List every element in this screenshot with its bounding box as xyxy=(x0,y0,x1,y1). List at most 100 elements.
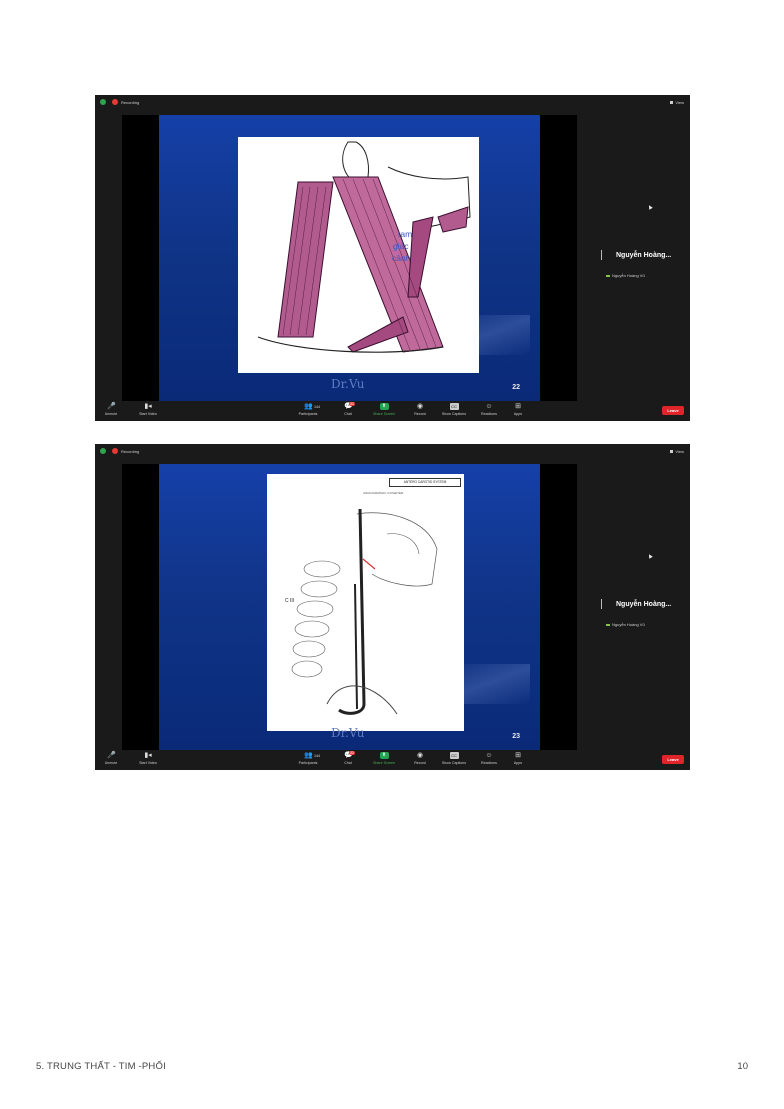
record-button[interactable]: ◉ Record xyxy=(411,401,429,416)
meeting-toolbar: 🎤 Unmute ▮◂ Start Video 👥 144 Participants 💬… xyxy=(95,750,690,770)
participant-name: Nguyễn Hoàng... xyxy=(616,601,672,608)
apps-icon: ⊞ xyxy=(515,403,521,410)
participants-count: 144 xyxy=(314,754,320,758)
vertebra-label: C III xyxy=(285,598,295,604)
chat-button[interactable]: 💬 32 Chat xyxy=(341,401,355,416)
zoom-screenshot-slide-23: Recording View ANTERO CAROTID SYSTEM ANG… xyxy=(95,444,690,770)
presentation-slide: ANTERO CAROTID SYSTEM ANGIOGRAPHIC CATHE… xyxy=(159,464,540,750)
apps-label: Apps xyxy=(513,761,523,765)
participants-icon: 👥 144 xyxy=(304,752,320,759)
shared-screen: ANTERO CAROTID SYSTEM ANGIOGRAPHIC CATHE… xyxy=(122,464,577,750)
chat-badge: 32 xyxy=(349,402,355,406)
reactions-button[interactable]: ☺ Reactions xyxy=(478,401,500,416)
record-button[interactable]: ◉ Record xyxy=(411,750,429,765)
share-screen-label: Share Screen xyxy=(373,761,395,765)
start-video-label: Start Video xyxy=(139,412,157,416)
share-screen-label: Share Screen xyxy=(373,412,395,416)
reactions-icon: ☺ xyxy=(485,403,493,410)
triangle-label-line-2: giác xyxy=(393,241,409,251)
panel-divider xyxy=(601,599,602,609)
participant-sub-label: Nguyễn Hoàng Vũ xyxy=(612,273,645,278)
chat-badge: 32 xyxy=(349,751,355,755)
slide-number: 23 xyxy=(512,733,520,740)
slide-watermark: Dr.Vu xyxy=(331,726,365,740)
start-video-button[interactable]: ▮◂ Start Video xyxy=(135,401,161,416)
participants-label: Participants xyxy=(298,761,318,765)
figure-subtitle: ANGIOGRAPHIC CATHETER xyxy=(363,491,404,495)
security-shield-icon[interactable] xyxy=(100,448,106,454)
slide-number: 22 xyxy=(512,384,520,391)
unmute-label: Unmute xyxy=(104,412,118,416)
leave-button[interactable]: Leave xyxy=(662,406,684,415)
carotid-catheter-drawing xyxy=(291,508,438,715)
apps-button[interactable]: ⊞ Apps xyxy=(511,401,525,416)
mouse-cursor-icon xyxy=(647,204,653,210)
participant-panel: Nguyễn Hoàng... Nguyễn Hoàng Vũ xyxy=(595,95,690,401)
unmute-button[interactable]: 🎤 Unmute xyxy=(103,401,119,416)
meeting-toolbar: 🎤 Unmute ▮◂ Start Video 👥 144 Participants 💬… xyxy=(95,401,690,421)
presentation-slide: tam giác cảnh Dr.Vu 22 xyxy=(159,115,540,401)
recording-dot-icon xyxy=(112,448,118,454)
chat-button[interactable]: 💬 32 Chat xyxy=(341,750,355,765)
signal-icon xyxy=(606,272,610,277)
signal-icon xyxy=(606,621,610,626)
share-screen-button[interactable]: ⬆ Share Screen xyxy=(371,750,397,765)
apps-button[interactable]: ⊞ Apps xyxy=(511,750,525,765)
participants-icon: 👥 144 xyxy=(304,403,320,410)
share-screen-icon: ⬆ xyxy=(379,403,389,410)
participant-sub: Nguyễn Hoàng Vũ xyxy=(606,272,645,278)
shared-screen: tam giác cảnh Dr.Vu 22 xyxy=(122,115,577,401)
carotid-angiography-illustration: ANTERO CAROTID SYSTEM ANGIOGRAPHIC CATHE… xyxy=(267,474,464,731)
participant-panel: Nguyễn Hoàng... Nguyễn Hoàng Vũ xyxy=(595,444,690,750)
share-screen-button[interactable]: ⬆ Share Screen xyxy=(371,401,397,416)
start-video-button[interactable]: ▮◂ Start Video xyxy=(135,750,161,765)
recording-dot-icon xyxy=(112,99,118,105)
participants-button[interactable]: 👥 144 Participants xyxy=(293,750,323,765)
chat-label: Chat xyxy=(344,761,352,765)
captions-icon: CC xyxy=(449,403,459,410)
document-page-number: 10 xyxy=(737,1061,748,1072)
unmute-button[interactable]: 🎤 Unmute xyxy=(103,750,119,765)
record-label: Record xyxy=(414,761,426,765)
apps-label: Apps xyxy=(513,412,523,416)
participants-label: Participants xyxy=(298,412,318,416)
show-captions-button[interactable]: CC Show Captions xyxy=(438,401,470,416)
start-video-label: Start Video xyxy=(139,761,157,765)
video-off-icon: ▮◂ xyxy=(144,752,152,759)
panel-divider xyxy=(601,250,602,260)
chat-icon: 💬 32 xyxy=(344,402,355,410)
show-captions-label: Show Captions xyxy=(441,412,467,416)
reactions-button[interactable]: ☺ Reactions xyxy=(478,750,500,765)
recording-label: Recording xyxy=(121,449,140,454)
captions-icon: CC xyxy=(449,752,459,759)
triangle-label-line-3: cảnh xyxy=(392,253,411,263)
zoom-screenshot-slide-22: Recording View tam giác cảnh Dr.Vu 22 Ng… xyxy=(95,95,690,421)
show-captions-button[interactable]: CC Show Captions xyxy=(438,750,470,765)
record-icon: ◉ xyxy=(416,403,424,410)
neck-muscles-illustration: tam giác cảnh xyxy=(238,137,479,373)
reactions-label: Reactions xyxy=(481,412,497,416)
record-label: Record xyxy=(414,412,426,416)
reactions-label: Reactions xyxy=(481,761,497,765)
share-screen-icon: ⬆ xyxy=(379,752,389,759)
mouse-cursor-icon xyxy=(647,553,653,559)
participants-button[interactable]: 👥 144 Participants xyxy=(293,401,323,416)
unmute-label: Unmute xyxy=(104,761,118,765)
chat-icon: 💬 32 xyxy=(344,751,355,759)
participant-sub: Nguyễn Hoàng Vũ xyxy=(606,621,645,627)
participant-sub-label: Nguyễn Hoàng Vũ xyxy=(612,622,645,627)
recording-label: Recording xyxy=(121,100,140,105)
show-captions-label: Show Captions xyxy=(441,761,467,765)
security-shield-icon[interactable] xyxy=(100,99,106,105)
neck-muscle-drawing xyxy=(257,141,471,353)
video-off-icon: ▮◂ xyxy=(144,403,152,410)
microphone-muted-icon: 🎤 xyxy=(107,752,116,759)
participant-name: Nguyễn Hoàng... xyxy=(616,252,672,259)
slide-watermark: Dr.Vu xyxy=(331,377,365,391)
chat-label: Chat xyxy=(344,412,352,416)
leave-button[interactable]: Leave xyxy=(662,755,684,764)
figure-banner: ANTERO CAROTID SYSTEM xyxy=(389,478,461,487)
microphone-muted-icon: 🎤 xyxy=(107,403,116,410)
record-icon: ◉ xyxy=(416,752,424,759)
participants-count: 144 xyxy=(314,405,320,409)
